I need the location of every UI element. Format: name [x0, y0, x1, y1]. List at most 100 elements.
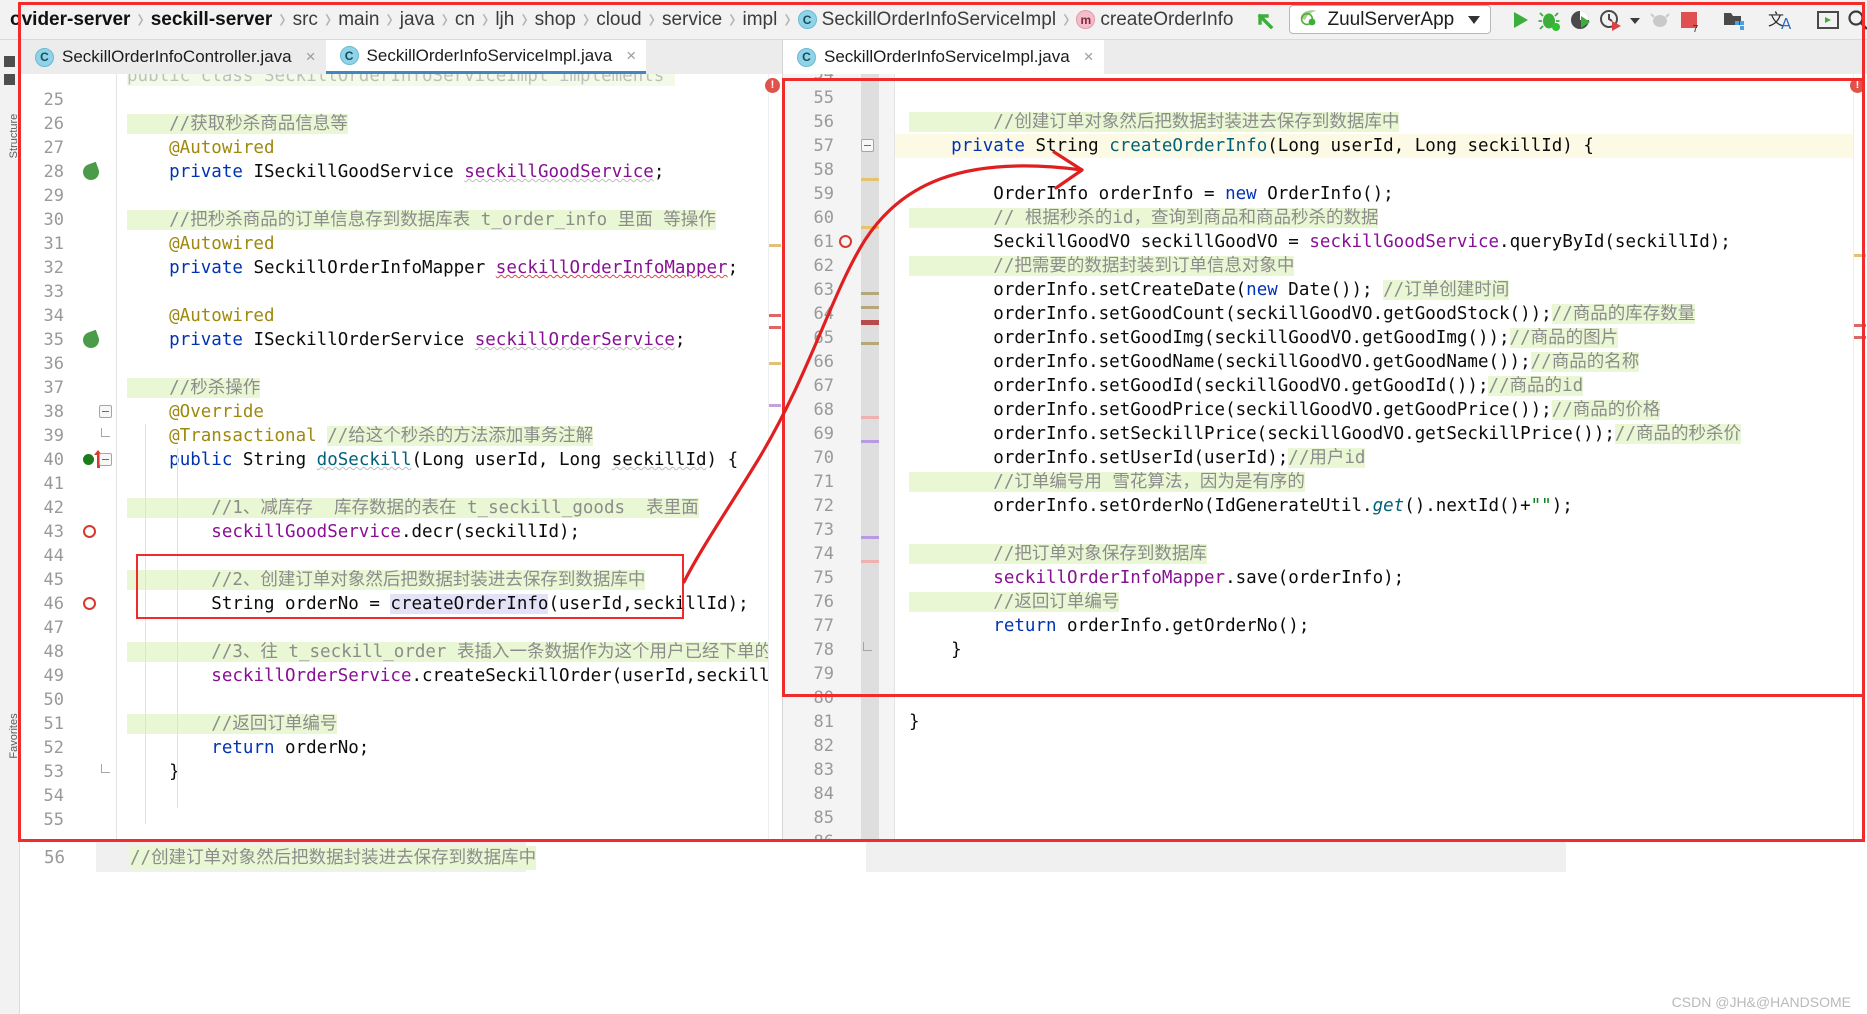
- editor-tab-seckillorderinfoserviceimpl[interactable]: C SeckillOrderInfoServiceImpl.java ×: [325, 40, 647, 74]
- run-button[interactable]: [1508, 3, 1532, 37]
- editor-tabstrip-left[interactable]: C SeckillOrderInfoController.java × C Seckil…: [21, 40, 782, 74]
- fold-end-icon[interactable]: [101, 428, 110, 437]
- code-lines-left[interactable]: public class SeckillOrderInfoServiceImpl…: [117, 74, 782, 842]
- breadcrumb-item-seckill-server[interactable]: seckill-server: [145, 9, 279, 31]
- breakpoint-icon[interactable]: [83, 525, 96, 538]
- breadcrumb-item-seckillorderinfoserviceimpl[interactable]: C SeckillOrderInfoServiceImpl: [792, 9, 1062, 31]
- breadcrumb-item-main[interactable]: main: [332, 9, 385, 31]
- code-line[interactable]: @Autowired: [127, 136, 274, 160]
- debug-button[interactable]: [1538, 3, 1562, 37]
- code-line[interactable]: //订单编号用 雪花算法，因为是有序的: [909, 470, 1305, 494]
- run-with-coverage-button[interactable]: [1568, 3, 1592, 37]
- code-lines-right[interactable]: //创建订单对象然后把数据封装进去保存到数据库中 private String …: [895, 74, 1867, 842]
- breadcrumb-item-cloud[interactable]: cloud: [590, 9, 647, 31]
- code-line[interactable]: seckillOrderInfoMapper.save(orderInfo);: [909, 566, 1404, 590]
- code-line[interactable]: //2、创建订单对象然后把数据封装进去保存到数据库中: [127, 568, 646, 592]
- code-line[interactable]: orderInfo.setGoodId(seckillGoodVO.getGoo…: [909, 374, 1584, 398]
- stripe-label-favorites[interactable]: Favorites: [8, 706, 20, 766]
- fold-collapse-icon[interactable]: [99, 453, 112, 466]
- gutter-left[interactable]: 25 26 27 28 29 30 31 32 33 34 35 36 37 38 39 40 41 42 43 44…: [21, 74, 117, 842]
- chevron-down-icon[interactable]: [1468, 15, 1481, 24]
- code-line[interactable]: }: [909, 638, 962, 662]
- breadcrumb-item-ljh[interactable]: ljh: [489, 9, 520, 31]
- attach-debugger-button[interactable]: [1648, 3, 1672, 37]
- code-line[interactable]: public class SeckillOrderInfoServiceImpl…: [127, 74, 675, 88]
- code-line[interactable]: return orderInfo.getOrderNo();: [909, 614, 1309, 638]
- code-line[interactable]: //秒杀操作: [127, 376, 261, 400]
- search-everywhere-icon[interactable]: [1846, 3, 1867, 37]
- code-line[interactable]: public String doSeckill(Long userId, Lon…: [127, 448, 738, 472]
- code-line[interactable]: //1、减库存 库存数据的表在 t_seckill_goods 表里面: [127, 496, 699, 520]
- code-line[interactable]: orderInfo.setSeckillPrice(seckillGoodVO.…: [909, 422, 1741, 446]
- fold-collapse-icon[interactable]: [861, 139, 874, 152]
- editor-tab-seckillorderinfoserviceimpl[interactable]: C SeckillOrderInfoServiceImpl.java ×: [783, 40, 1104, 74]
- code-line[interactable]: private ISeckillOrderService seckillOrde…: [127, 328, 685, 352]
- code-line[interactable]: //3、往 t_seckill_order 表插入一条数据作为这个用户已经下单的…: [127, 640, 782, 664]
- editor-tabstrip-right[interactable]: C SeckillOrderInfoServiceImpl.java ×: [783, 40, 1867, 74]
- close-icon[interactable]: ×: [306, 47, 316, 67]
- code-line[interactable]: //获取秒杀商品信息等: [127, 112, 348, 136]
- code-line[interactable]: orderInfo.setCreateDate(new Date()); //订…: [909, 278, 1510, 302]
- close-icon[interactable]: ×: [1084, 47, 1094, 67]
- breadcrumb-item-src[interactable]: src: [287, 9, 324, 31]
- code-line[interactable]: private ISeckillGoodService seckillGoodS…: [127, 160, 664, 184]
- code-line[interactable]: String orderNo = createOrderInfo(userId,…: [127, 592, 749, 616]
- bottom-left-stripe[interactable]: [0, 842, 20, 1014]
- profiler-dropdown-icon[interactable]: [1628, 3, 1642, 37]
- error-stripe-left[interactable]: !: [765, 74, 782, 842]
- code-line[interactable]: //把秒杀商品的订单信息存到数据库表 t_order_info 里面 等操作: [127, 208, 716, 232]
- code-line[interactable]: @Autowired: [127, 304, 274, 328]
- profiler-button[interactable]: [1598, 3, 1622, 37]
- gutter-right[interactable]: 54 55 56 57 58 59 60 61 62 63 64 65 66 67 68 69 70 71 72 73…: [783, 74, 895, 842]
- code-line[interactable]: SeckillGoodVO seckillGoodVO = seckillGoo…: [909, 230, 1731, 254]
- terminal-button[interactable]: [1816, 3, 1840, 37]
- code-line[interactable]: @Transactional //给这个秒杀的方法添加事务注解: [127, 424, 594, 448]
- breadcrumb[interactable]: ovider-server › seckill-server › src › main › ja…: [0, 0, 1239, 40]
- code-line[interactable]: // 根据秒杀的id，查询到商品和商品秒杀的数据: [909, 206, 1379, 230]
- run-configuration-selector[interactable]: ZuulServerApp: [1289, 5, 1492, 34]
- code-line[interactable]: }: [127, 760, 180, 784]
- breadcrumb-item-java[interactable]: java: [394, 9, 441, 31]
- spring-bean-icon[interactable]: [80, 161, 102, 183]
- code-line[interactable]: private String createOrderInfo(Long user…: [909, 134, 1594, 158]
- implemented-method-icon[interactable]: [83, 454, 94, 465]
- breadcrumb-item-cn[interactable]: cn: [449, 9, 481, 31]
- stripe-label-structure[interactable]: Structure: [8, 106, 20, 166]
- breakpoint-icon[interactable]: [839, 235, 852, 248]
- code-line[interactable]: return orderNo;: [127, 736, 369, 760]
- editor-tab-seckillorderinfocontroller[interactable]: C SeckillOrderInfoController.java ×: [21, 40, 326, 74]
- back-arrow-icon[interactable]: [1251, 7, 1277, 33]
- code-line[interactable]: orderInfo.setGoodPrice(seckillGoodVO.get…: [909, 398, 1661, 422]
- breadcrumb-item-impl[interactable]: impl: [736, 9, 783, 31]
- code-line[interactable]: //把订单对象保存到数据库: [909, 542, 1207, 566]
- code-line[interactable]: //创建订单对象然后把数据封装进去保存到数据库中: [909, 110, 1400, 134]
- code-line[interactable]: //返回订单编号: [909, 590, 1120, 614]
- fold-end-icon[interactable]: [863, 642, 872, 651]
- code-line[interactable]: private SeckillOrderInfoMapper seckillOr…: [127, 256, 738, 280]
- code-line[interactable]: @Override: [127, 400, 264, 424]
- fold-collapse-icon[interactable]: [99, 405, 112, 418]
- close-icon[interactable]: ×: [626, 46, 636, 66]
- code-line[interactable]: seckillOrderService.createSeckillOrder(u…: [127, 664, 782, 688]
- left-tool-window-stripe[interactable]: Structure Favorites: [0, 40, 20, 842]
- code-line[interactable]: orderInfo.setOrderNo(IdGenerateUtil.get(…: [909, 494, 1573, 518]
- code-line[interactable]: orderInfo.setUserId(userId);//用户id: [909, 446, 1366, 470]
- breadcrumb-item-shop[interactable]: shop: [529, 9, 582, 31]
- code-line[interactable]: OrderInfo orderInfo = new OrderInfo();: [909, 182, 1393, 206]
- spring-bean-icon[interactable]: [80, 329, 102, 351]
- code-line[interactable]: }: [909, 710, 920, 734]
- code-area-right[interactable]: 54 55 56 57 58 59 60 61 62 63 64 65 66 67 68 69 70 71 72 73…: [783, 74, 1867, 842]
- code-line[interactable]: orderInfo.setGoodName(seckillGoodVO.getG…: [909, 350, 1640, 374]
- stop-button[interactable]: 7: [1678, 3, 1700, 37]
- breadcrumb-item-createorderinfo[interactable]: m createOrderInfo: [1070, 9, 1239, 31]
- code-line[interactable]: orderInfo.setGoodCount(seckillGoodVO.get…: [909, 302, 1696, 326]
- code-line[interactable]: orderInfo.setGoodImg(seckillGoodVO.getGo…: [909, 326, 1619, 350]
- breadcrumb-item-ovider-server[interactable]: ovider-server: [4, 9, 136, 31]
- code-area-left[interactable]: 25 26 27 28 29 30 31 32 33 34 35 36 37 38 39 40 41 42 43 44…: [21, 74, 782, 842]
- breakpoint-icon[interactable]: [83, 597, 96, 610]
- project-structure-button[interactable]: [1722, 3, 1746, 37]
- code-line[interactable]: //把需要的数据封装到订单信息对象中: [909, 254, 1295, 278]
- code-line[interactable]: //返回订单编号: [127, 712, 338, 736]
- code-line[interactable]: seckillGoodService.decr(seckillId);: [127, 520, 580, 544]
- error-stripe-right[interactable]: !: [1850, 74, 1867, 842]
